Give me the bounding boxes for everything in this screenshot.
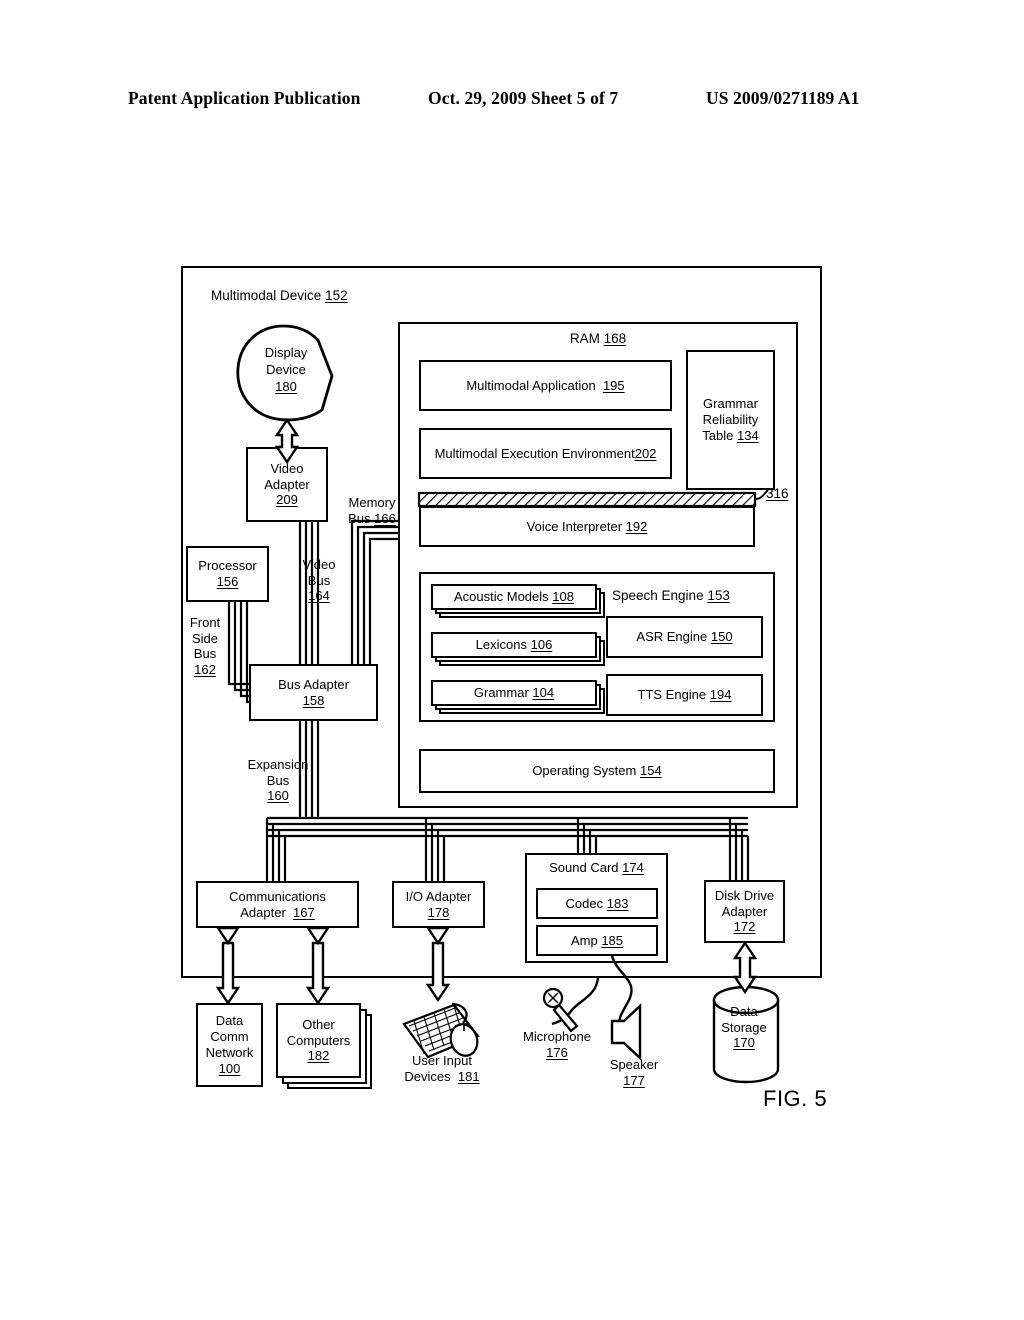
other-computers-stack[interactable]: Other Computers 182	[276, 1003, 372, 1089]
lexicons-stack[interactable]: Lexicons 106	[431, 632, 605, 666]
io-adapter-box[interactable]: I/O Adapter 178	[392, 881, 485, 928]
bus-adapter-text: Bus Adapter 158	[278, 676, 349, 708]
video-adapter-text: Video Adapter 209	[264, 460, 310, 508]
grammar-reliability-table-box[interactable]: Grammar Reliability Table 134	[686, 350, 775, 490]
voice-interpreter-text: Voice Interpreter 192	[526, 518, 648, 534]
display-device-label: Display Device 180	[264, 345, 308, 394]
video-adapter-box[interactable]: Video Adapter 209	[246, 447, 328, 522]
grammar-text: Grammar 104	[473, 685, 555, 701]
io-adapter-text: I/O Adapter 178	[405, 888, 472, 920]
multimodal-execution-environment-box[interactable]: Multimodal Execution Environment202	[419, 428, 672, 479]
data-storage-label: Data Storage 170	[721, 1004, 767, 1051]
microphone-label: Microphone 176	[523, 1029, 591, 1060]
video-bus-label: Video Bus 164	[302, 557, 336, 604]
disk-drive-adapter-box[interactable]: Disk Drive Adapter 172	[704, 880, 785, 943]
speaker-label: Speaker 177	[609, 1057, 659, 1088]
grammar-reliability-table-text: Grammar Reliability Table 134	[702, 396, 759, 443]
grammar-stack[interactable]: Grammar 104	[431, 680, 605, 714]
microphone-icon	[542, 987, 579, 1033]
speech-engine-title: Speech Engine	[612, 588, 704, 603]
multimodal-device-label: Multimodal Device 152	[211, 288, 348, 304]
communications-adapter-box[interactable]: Communications Adapter 167	[196, 881, 359, 928]
acoustic-models-text: Acoustic Models 108	[454, 589, 574, 605]
callout-316: 316	[766, 486, 789, 501]
ram-title: RAM	[569, 331, 600, 346]
bus-adapter-box[interactable]: Bus Adapter 158	[249, 664, 378, 721]
expansion-bus-label: Expansion Bus 160	[247, 757, 309, 804]
speech-engine-label: Speech Engine 153	[612, 588, 730, 604]
acoustic-models-stack[interactable]: Acoustic Models 108	[431, 584, 605, 618]
asr-engine-box[interactable]: ASR Engine 150	[606, 616, 763, 658]
data-comm-network-box[interactable]: Data Comm Network 100	[196, 1003, 263, 1087]
operating-system-box[interactable]: Operating System 154	[419, 749, 775, 793]
disk-drive-adapter-text: Disk Drive Adapter 172	[714, 887, 775, 935]
multimodal-device-ref: 152	[325, 288, 348, 303]
header-patent-number: US 2009/0271189 A1	[706, 88, 860, 108]
sound-card-label: Sound Card 174	[549, 860, 644, 875]
multimodal-execution-environment-text: Multimodal Execution Environment202	[434, 445, 657, 461]
speech-engine-ref: 153	[707, 588, 730, 603]
lexicons-text: Lexicons 106	[475, 637, 553, 653]
processor-box[interactable]: Processor 156	[186, 546, 269, 602]
tts-engine-text: TTS Engine 194	[637, 687, 732, 703]
amp-box[interactable]: Amp 185	[536, 925, 658, 956]
patent-figure-page: Patent Application Publication Oct. 29, …	[0, 0, 1024, 1320]
multimodal-application-box[interactable]: Multimodal Application 195	[419, 360, 672, 411]
figure-label: FIG. 5	[763, 1086, 828, 1111]
operating-system-text: Operating System 154	[532, 763, 662, 779]
processor-text: Processor 156	[198, 558, 257, 589]
header-date-sheet: Oct. 29, 2009 Sheet 5 of 7	[428, 88, 619, 108]
data-comm-network-text: Data Comm Network 100	[205, 1013, 254, 1076]
ram-ref: 168	[603, 331, 627, 346]
codec-box[interactable]: Codec 183	[536, 888, 658, 919]
ram-label: RAM 168	[398, 331, 798, 347]
codec-text: Codec 183	[565, 895, 629, 911]
multimodal-application-text: Multimodal Application 195	[466, 377, 625, 393]
multimodal-device-title: Multimodal Device	[211, 288, 322, 303]
keyboard-mouse-icon	[402, 1002, 480, 1059]
header-publication: Patent Application Publication	[128, 88, 361, 108]
other-computers-text: Other Computers 182	[286, 1017, 351, 1064]
tts-engine-box[interactable]: TTS Engine 194	[606, 674, 763, 716]
communications-adapter-text: Communications Adapter 167	[229, 888, 326, 920]
speaker-icon	[610, 1003, 642, 1061]
user-input-devices-label: User Input Devices 181	[404, 1053, 480, 1084]
amp-text: Amp 185	[570, 932, 624, 948]
front-side-bus-label: Front Side Bus 162	[189, 615, 221, 677]
voice-interpreter-box[interactable]: Voice Interpreter 192	[419, 506, 755, 547]
memory-bus-label: Memory Bus 166	[348, 495, 396, 526]
asr-engine-text: ASR Engine 150	[636, 629, 733, 645]
